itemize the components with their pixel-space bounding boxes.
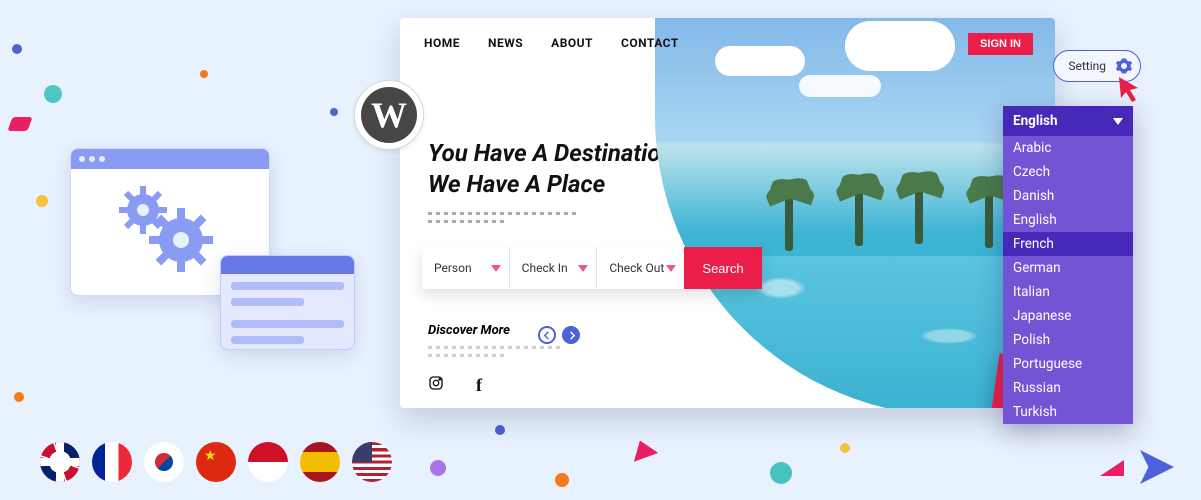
- chevron-down-icon: [1113, 118, 1123, 125]
- nav-about[interactable]: ABOUT: [551, 36, 593, 50]
- hero-image: [655, 18, 1055, 408]
- confetti-shape: [7, 117, 32, 131]
- discover-underline: [428, 346, 562, 349]
- settings-label: Setting: [1068, 59, 1106, 73]
- flag-cn[interactable]: [196, 442, 236, 482]
- website-preview-card: HOME NEWS ABOUT CONTACT SIGN IN You Have…: [400, 18, 1055, 408]
- gear-icon: [1114, 56, 1134, 76]
- booking-search-bar: Person Check In Check Out Search: [422, 247, 762, 289]
- search-button[interactable]: Search: [684, 247, 762, 289]
- language-option[interactable]: Italian: [1003, 280, 1133, 304]
- checkin-select[interactable]: Check In: [510, 247, 598, 289]
- language-option[interactable]: Japanese: [1003, 304, 1133, 328]
- language-option[interactable]: Polish: [1003, 328, 1133, 352]
- confetti-dot: [200, 70, 208, 78]
- language-option[interactable]: Turkish: [1003, 400, 1133, 424]
- main-nav: HOME NEWS ABOUT CONTACT: [400, 18, 1055, 50]
- instagram-icon[interactable]: [428, 375, 444, 396]
- confetti-dot: [840, 443, 850, 453]
- headline-underline: [428, 220, 504, 223]
- checkin-label: Check In: [522, 261, 568, 275]
- confetti-dot: [555, 473, 569, 487]
- confetti-dot: [12, 44, 22, 54]
- confetti-dot: [44, 85, 62, 103]
- confetti-dot: [770, 462, 792, 484]
- cursor-pointer-icon: [1116, 74, 1146, 106]
- headline-underline: [428, 212, 576, 215]
- wordpress-logo-icon: W: [361, 87, 417, 143]
- language-options-list: ArabicCzechDanishEnglishFrenchGermanItal…: [1003, 136, 1133, 424]
- checkout-label: Check Out: [609, 261, 664, 275]
- confetti-dot: [14, 392, 24, 402]
- language-option[interactable]: Russian: [1003, 376, 1133, 400]
- language-dropdown[interactable]: English ArabicCzechDanishEnglishFrenchGe…: [1003, 106, 1133, 424]
- flag-us[interactable]: [352, 442, 392, 482]
- confetti-dot: [330, 108, 338, 116]
- confetti-dot: [430, 460, 446, 476]
- checkout-select[interactable]: Check Out: [597, 247, 684, 289]
- language-option[interactable]: Czech: [1003, 160, 1133, 184]
- flag-uk[interactable]: [40, 442, 80, 482]
- language-option[interactable]: Portuguese: [1003, 352, 1133, 376]
- language-option[interactable]: English: [1003, 208, 1133, 232]
- flag-fr[interactable]: [92, 442, 132, 482]
- facebook-icon[interactable]: f: [476, 375, 482, 396]
- wordpress-badge: W: [354, 80, 424, 150]
- language-option[interactable]: Arabic: [1003, 136, 1133, 160]
- chevron-down-icon: [491, 265, 501, 272]
- nav-contact[interactable]: CONTACT: [621, 36, 679, 50]
- discover-underline: [428, 354, 508, 357]
- chevron-down-icon: [666, 265, 676, 272]
- flag-row: [40, 442, 392, 482]
- flag-id[interactable]: [248, 442, 288, 482]
- person-label: Person: [434, 261, 472, 275]
- browser-window-illustration-small: [220, 255, 355, 350]
- language-option[interactable]: French: [1003, 232, 1133, 256]
- flag-kr[interactable]: [144, 442, 184, 482]
- confetti-dot: [36, 195, 48, 207]
- person-select[interactable]: Person: [422, 247, 510, 289]
- language-option[interactable]: German: [1003, 256, 1133, 280]
- confetti-shape: [628, 436, 659, 462]
- flag-es[interactable]: [300, 442, 340, 482]
- nav-news[interactable]: NEWS: [488, 36, 523, 50]
- social-links: f: [428, 375, 482, 396]
- nav-home[interactable]: HOME: [424, 36, 460, 50]
- carousel-prev-button[interactable]: [538, 326, 556, 344]
- language-selected[interactable]: English: [1003, 106, 1133, 136]
- signin-button[interactable]: SIGN IN: [968, 33, 1033, 55]
- carousel-next-button[interactable]: [562, 326, 580, 344]
- confetti-shape: [1100, 460, 1124, 476]
- confetti-dot: [495, 425, 505, 435]
- language-option[interactable]: Danish: [1003, 184, 1133, 208]
- language-selected-label: English: [1013, 113, 1058, 129]
- chevron-down-icon: [578, 265, 588, 272]
- confetti-arrow: [1140, 450, 1174, 484]
